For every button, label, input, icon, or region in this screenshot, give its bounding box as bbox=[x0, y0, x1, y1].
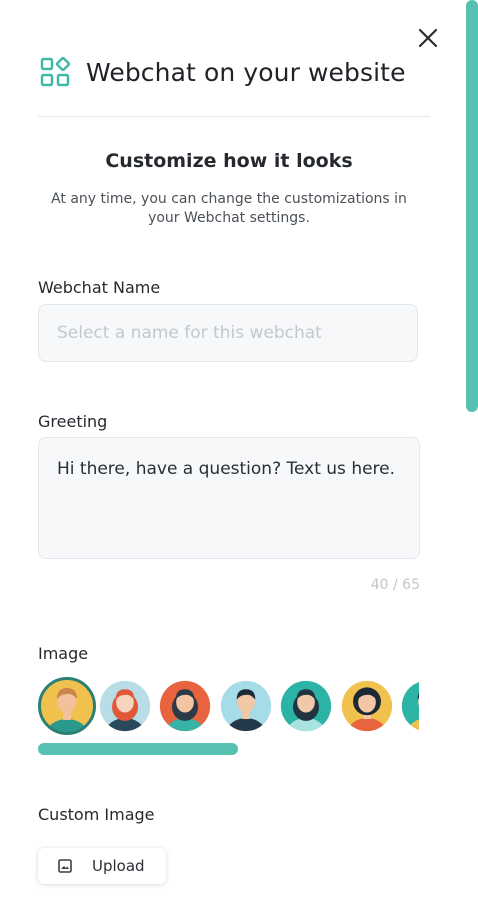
upload-label: Upload bbox=[92, 857, 145, 875]
header-divider bbox=[38, 116, 430, 117]
character-counter: 40 / 65 bbox=[370, 577, 420, 593]
custom-image-label: Custom Image bbox=[38, 805, 155, 824]
webchat-name-label: Webchat Name bbox=[38, 278, 161, 297]
section-title: Customize how it looks bbox=[105, 150, 353, 172]
close-icon[interactable] bbox=[416, 26, 440, 50]
vertical-scrollbar[interactable] bbox=[466, 0, 478, 412]
section-description: At any time, you can change the customiz… bbox=[51, 191, 407, 226]
avatar-picker bbox=[38, 677, 419, 735]
greeting-label: Greeting bbox=[38, 412, 108, 431]
greeting-textarea[interactable] bbox=[38, 437, 420, 559]
page-title: Webchat on your website bbox=[86, 57, 406, 87]
webchat-name-input[interactable] bbox=[38, 304, 418, 362]
panel-header: Webchat on your website bbox=[40, 56, 406, 88]
avatar-woman-dark-hair[interactable] bbox=[158, 679, 212, 733]
webchat-setup-panel: Webchat on your website Customize how it… bbox=[0, 0, 478, 900]
image-label: Image bbox=[38, 644, 89, 663]
avatar-man-short-hair[interactable] bbox=[38, 677, 96, 735]
avatar-woman-red-hair[interactable] bbox=[98, 679, 152, 733]
upload-button[interactable]: Upload bbox=[38, 848, 166, 884]
avatar-woman-curly[interactable] bbox=[340, 679, 394, 733]
avatar-scrollbar[interactable] bbox=[38, 743, 238, 755]
avatar-woman-teal[interactable] bbox=[279, 679, 333, 733]
avatar-partial[interactable] bbox=[400, 679, 419, 733]
avatar-man-dark-hair[interactable] bbox=[219, 679, 273, 733]
image-icon bbox=[58, 859, 72, 873]
widgets-icon bbox=[40, 56, 71, 87]
